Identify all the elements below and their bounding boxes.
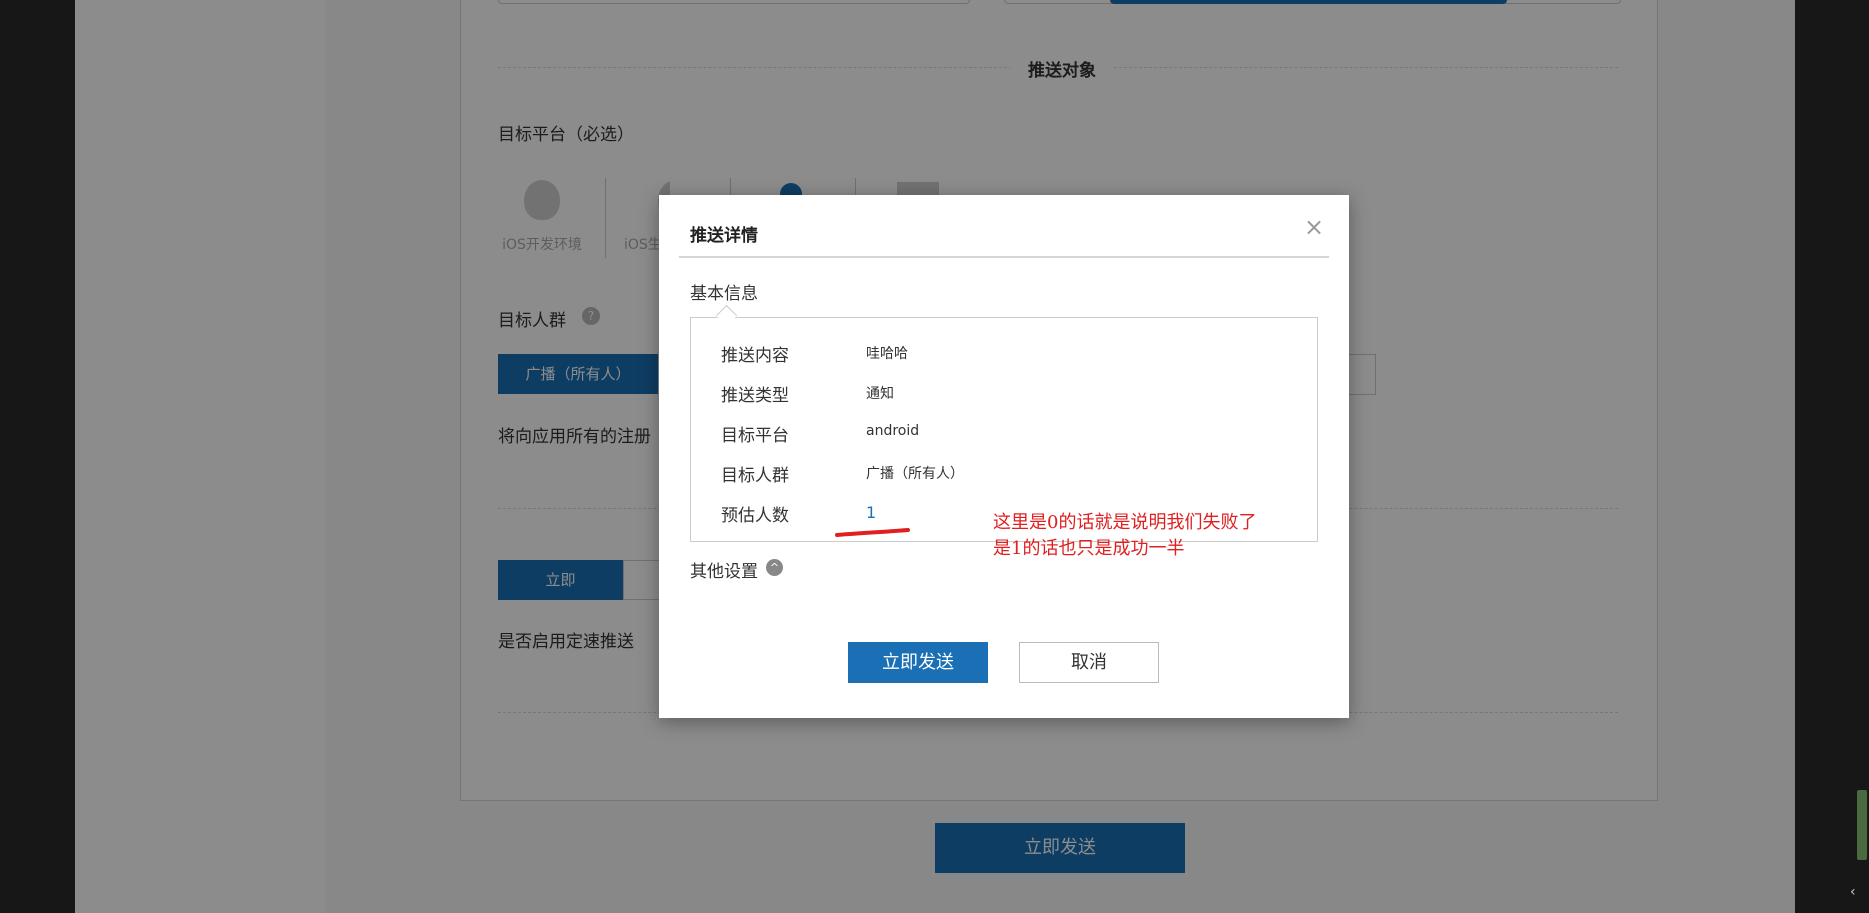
push-details-modal: 推送详情 × 基本信息 推送内容 哇哈哈 推送类型 通知 目标平台 androi… bbox=[659, 195, 1349, 718]
red-underline-mark bbox=[835, 528, 910, 537]
side-widget-handle[interactable] bbox=[1857, 790, 1867, 860]
basic-info-label: 基本信息 bbox=[690, 284, 758, 304]
info-row-platform: 目标平台 android bbox=[721, 421, 1281, 461]
info-key: 推送类型 bbox=[721, 386, 789, 406]
info-key: 目标平台 bbox=[721, 426, 789, 446]
chevron-up-icon[interactable]: ^ bbox=[766, 559, 783, 576]
info-value: 通知 bbox=[866, 386, 894, 402]
info-value: 哇哈哈 bbox=[866, 346, 908, 362]
annotation-line-2: 是1的话也只是成功一半 bbox=[993, 538, 1185, 559]
info-key: 推送内容 bbox=[721, 346, 789, 366]
annotation-line-1: 这里是0的话就是说明我们失败了 bbox=[993, 512, 1257, 533]
info-key: 预估人数 bbox=[721, 506, 789, 526]
info-row-content: 推送内容 哇哈哈 bbox=[721, 341, 1281, 381]
info-value: 广播（所有人） bbox=[866, 466, 964, 482]
close-icon[interactable]: × bbox=[1304, 215, 1324, 239]
title-divider bbox=[679, 256, 1329, 258]
modal-title: 推送详情 bbox=[690, 226, 758, 246]
chevron-left-icon[interactable]: ‹ bbox=[1850, 884, 1856, 900]
info-value: android bbox=[866, 423, 920, 439]
cancel-button[interactable]: 取消 bbox=[1019, 642, 1159, 683]
estimated-count-value: 1 bbox=[866, 503, 877, 522]
other-settings-label[interactable]: 其他设置 bbox=[690, 557, 758, 582]
info-row-type: 推送类型 通知 bbox=[721, 381, 1281, 421]
red-annotation: 这里是0的话就是说明我们失败了 是1的话也只是成功一半 bbox=[993, 510, 1333, 562]
info-key: 目标人群 bbox=[721, 466, 789, 486]
info-row-audience: 目标人群 广播（所有人） bbox=[721, 461, 1281, 501]
send-now-button[interactable]: 立即发送 bbox=[848, 642, 988, 683]
